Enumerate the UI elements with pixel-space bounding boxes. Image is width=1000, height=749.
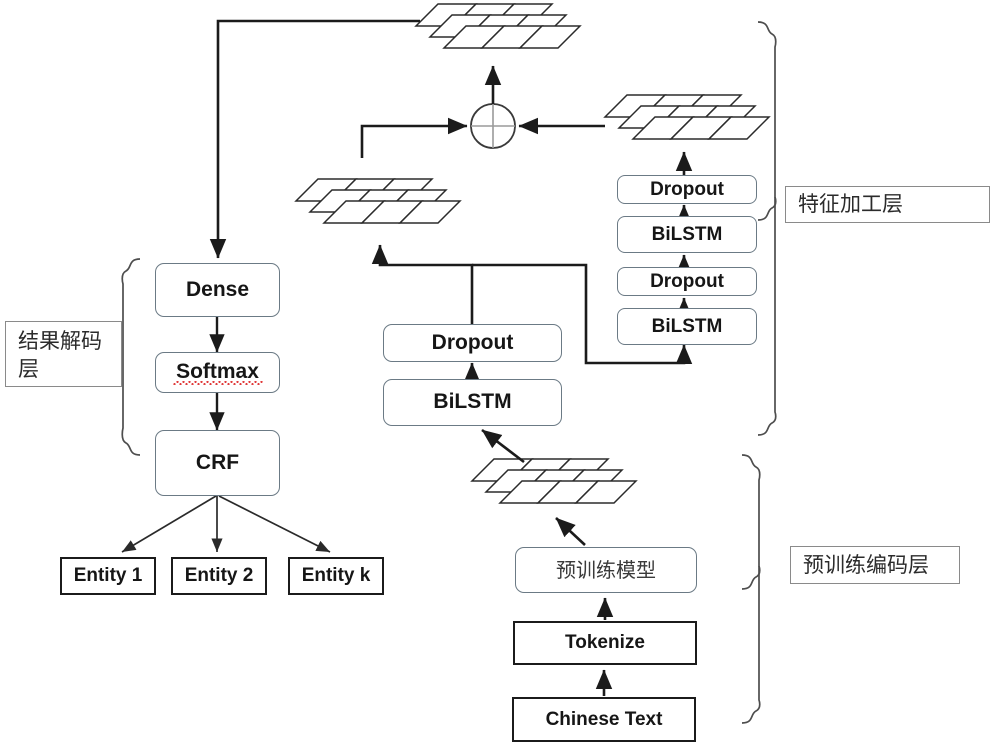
- pretrained-model-label: 预训练模型: [556, 557, 656, 582]
- entity-k-label: Entity k: [301, 565, 371, 587]
- edge-crf-to-entity-k: [218, 495, 331, 553]
- feature-layer-annotation-label: 特征加工层: [798, 192, 903, 217]
- left-feature-tensor-stack: [294, 178, 462, 224]
- feature-layer-bracket: [757, 21, 777, 221]
- encoding-layer-bracket: [741, 454, 761, 590]
- crf-label: CRF: [195, 450, 240, 474]
- softmax-label: Softmax: [176, 360, 259, 384]
- right-bilstm-bottom-label: BiLSTM: [651, 315, 723, 337]
- pretrained-model-node[interactable]: 预训练模型: [515, 547, 697, 593]
- encoding-layer-annotation: 预训练编码层: [790, 546, 960, 584]
- right-dropout-top-label: Dropout: [650, 178, 724, 200]
- middle-bilstm-label: BiLSTM: [433, 390, 512, 414]
- right-dropout-top-node[interactable]: Dropout: [617, 175, 757, 204]
- softmax-node[interactable]: Softmax: [155, 352, 280, 393]
- edge-crf-to-entity-1: [121, 495, 217, 553]
- entity-1-label: Entity 1: [73, 565, 143, 587]
- crf-node[interactable]: CRF: [155, 430, 280, 496]
- decoding-layer-annotation-label: 结果解码层: [18, 329, 102, 381]
- encoding-layer-bracket-lower: [741, 566, 761, 724]
- right-dropout-bottom-node[interactable]: Dropout: [617, 267, 757, 296]
- feature-layer-bracket-lower: [757, 197, 777, 436]
- right-bilstm-bottom-node[interactable]: BiLSTM: [617, 308, 757, 345]
- dense-node[interactable]: Dense: [155, 263, 280, 317]
- entity-2-box[interactable]: Entity 2: [171, 557, 267, 595]
- right-feature-tensor-stack: [603, 94, 771, 140]
- entity-1-box[interactable]: Entity 1: [60, 557, 156, 595]
- middle-dropout-label: Dropout: [431, 330, 514, 354]
- edge-left-stack-to-merge: [360, 117, 468, 158]
- encoding-layer-annotation-label: 预训练编码层: [803, 552, 929, 577]
- right-bilstm-top-node[interactable]: BiLSTM: [617, 216, 757, 253]
- edge-embedding-to-mid-bilstm: [481, 428, 525, 464]
- edge-mid-dropout-to-left-stack: [371, 244, 474, 324]
- right-bilstm-top-label: BiLSTM: [651, 223, 723, 245]
- edge-output-to-dense: [209, 19, 420, 259]
- output-tensor-stack: [414, 3, 582, 49]
- decoding-layer-bracket: [121, 258, 141, 456]
- embedding-tensor-stack: [470, 458, 638, 504]
- tokenize-label: Tokenize: [565, 632, 645, 654]
- tokenize-node[interactable]: Tokenize: [513, 621, 697, 665]
- edge-pretrained-to-embedding: [555, 517, 586, 546]
- decoding-layer-annotation: 结果解码层: [5, 321, 122, 387]
- chinese-text-node[interactable]: Chinese Text: [512, 697, 696, 742]
- middle-dropout-node[interactable]: Dropout: [383, 324, 562, 362]
- entity-2-label: Entity 2: [184, 565, 254, 587]
- chinese-text-label: Chinese Text: [545, 708, 663, 730]
- entity-k-box[interactable]: Entity k: [288, 557, 384, 595]
- dense-label: Dense: [185, 277, 250, 301]
- diagram-connectors: [121, 3, 777, 724]
- feature-layer-annotation: 特征加工层: [785, 186, 990, 223]
- diagram-canvas: Dense Softmax CRF Entity 1 Entity 2 Enti…: [0, 0, 1000, 749]
- right-dropout-bottom-label: Dropout: [650, 270, 724, 292]
- merge-node-icon: [470, 103, 516, 149]
- middle-bilstm-node[interactable]: BiLSTM: [383, 379, 562, 426]
